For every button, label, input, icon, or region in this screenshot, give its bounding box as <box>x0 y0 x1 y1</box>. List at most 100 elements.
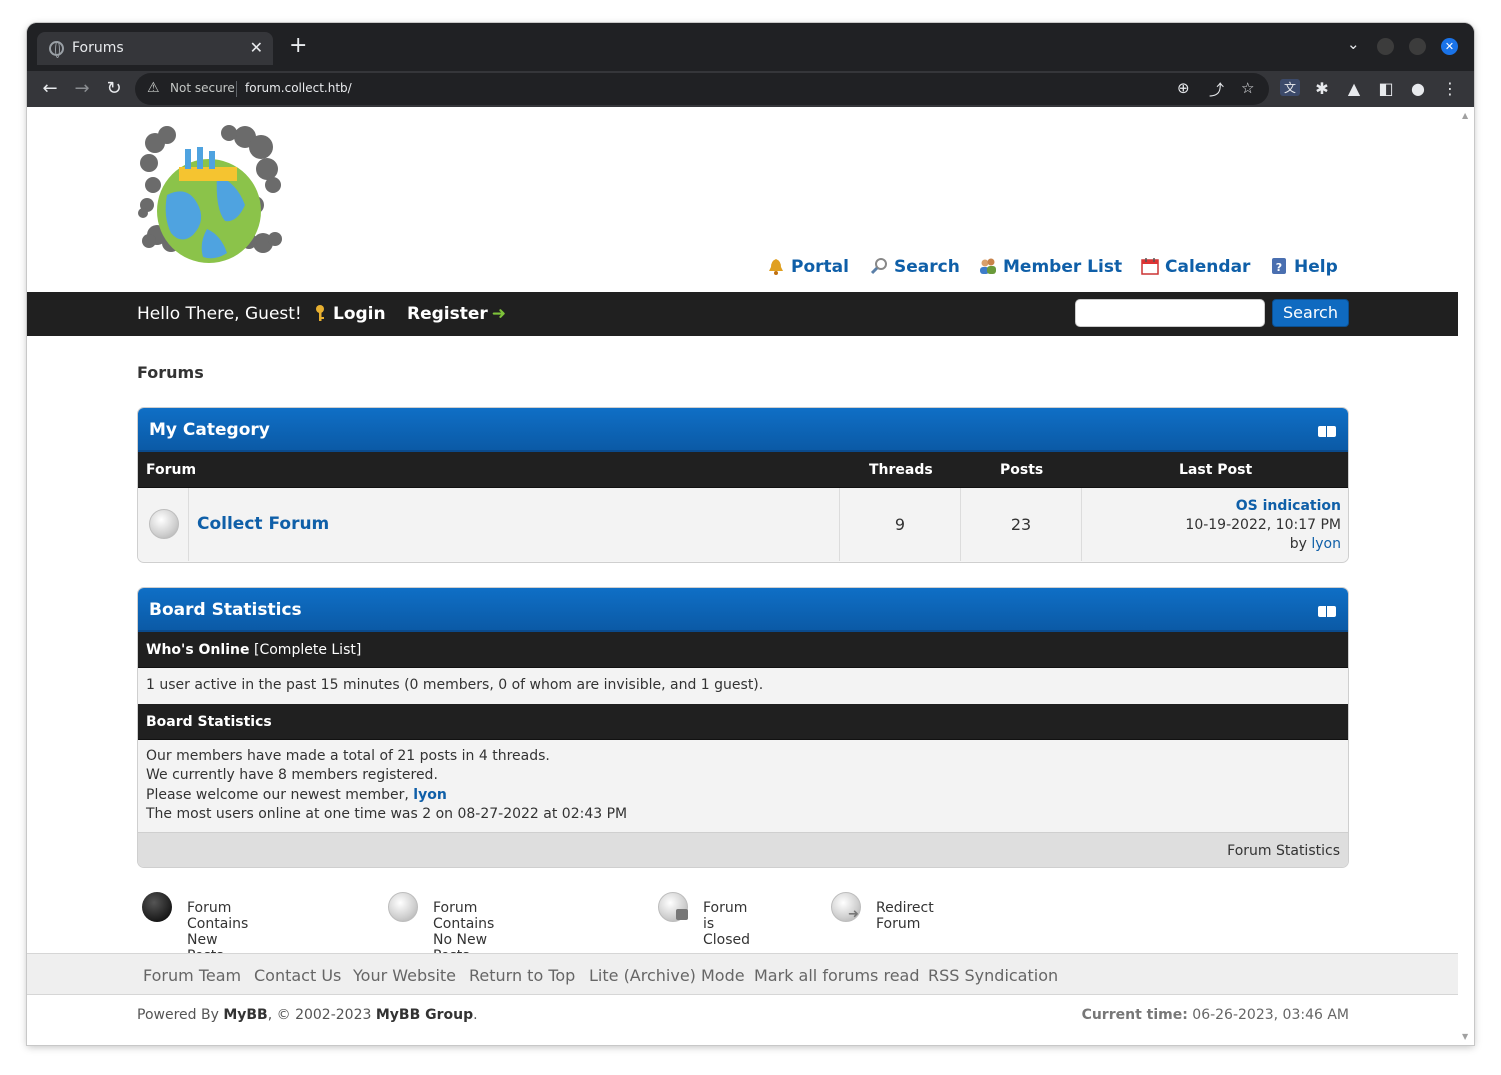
mybb-group-link[interactable]: MyBB Group <box>376 1007 473 1023</box>
category-table: My Category Forum Threads Posts Last Pos… <box>137 407 1349 563</box>
menu-help[interactable]: ? Help <box>1270 257 1338 277</box>
back-icon[interactable]: ← <box>38 77 62 101</box>
maximize-button[interactable] <box>1409 38 1426 55</box>
new-tab-icon[interactable]: + <box>289 35 307 57</box>
browser-tab[interactable]: Forums ✕ <box>37 32 273 65</box>
lab-flask-icon[interactable]: ▲ <box>1344 79 1364 98</box>
menu-calendar-label: Calendar <box>1165 257 1251 277</box>
forum-link[interactable]: Collect Forum <box>197 514 329 534</box>
close-window-button[interactable]: ✕ <box>1441 38 1458 55</box>
zoom-icon[interactable]: ⊕ <box>1177 79 1190 97</box>
kebab-menu-icon[interactable]: ⋮ <box>1440 79 1460 98</box>
page-scrollbar[interactable]: ▲ ▼ <box>1458 107 1474 1045</box>
scroll-down-icon[interactable]: ▼ <box>1462 1032 1468 1041</box>
key-icon <box>316 305 324 321</box>
divider <box>236 81 237 97</box>
category-header: My Category <box>138 408 1348 452</box>
col-last-post: Last Post <box>1179 462 1253 478</box>
footer-link-rss[interactable]: RSS Syndication <box>928 966 1058 985</box>
share-icon[interactable]: ⤴ <box>1209 79 1224 100</box>
copyright: Powered By MyBB, © 2002-2023 MyBB Group. <box>137 1007 478 1023</box>
login-label: Login <box>333 304 386 324</box>
current-time-value: 06-26-2023, 03:46 AM <box>1192 1007 1349 1023</box>
forum-statistics-link[interactable]: Forum Statistics <box>1227 843 1340 859</box>
category-title[interactable]: My Category <box>149 420 270 440</box>
menu-member-list-label: Member List <box>1003 257 1123 277</box>
side-panel-icon[interactable]: ◧ <box>1376 79 1396 98</box>
profile-icon[interactable]: ● <box>1408 79 1428 98</box>
site-logo[interactable] <box>137 125 282 267</box>
extensions-puzzle-icon[interactable]: ✱ <box>1312 79 1332 98</box>
forum-name-cell: Collect Forum <box>188 488 839 561</box>
security-label[interactable]: Not secure <box>170 81 235 95</box>
stats-footer: Forum Statistics <box>138 831 1348 867</box>
forum-row: Collect Forum 9 23 OS indication 10-19-2… <box>138 488 1348 561</box>
extension-translate-icon[interactable]: 文 <box>1280 79 1300 96</box>
minimize-button[interactable] <box>1377 38 1394 55</box>
scroll-up-icon[interactable]: ▲ <box>1462 111 1468 120</box>
footer-link-mark-read[interactable]: Mark all forums read <box>754 966 920 985</box>
no-new-posts-icon <box>149 509 179 539</box>
menu-member-list[interactable]: Member List <box>979 257 1122 277</box>
newest-member-prefix: Please welcome our newest member, <box>146 786 409 803</box>
last-post-by-label: by <box>1289 536 1307 552</box>
board-stats-section-header: Board Statistics <box>138 703 1348 740</box>
legend-forum-closed: Forum is Closed <box>703 900 751 948</box>
col-posts: Posts <box>1000 462 1044 478</box>
login-link[interactable]: Login <box>313 304 386 324</box>
last-post-title-link[interactable]: OS indication <box>1185 497 1341 516</box>
warning-icon[interactable]: ⚠ <box>147 80 160 96</box>
collapse-icon[interactable] <box>1318 426 1336 437</box>
footer-link-return-to-top[interactable]: Return to Top <box>469 966 575 985</box>
url-text[interactable]: forum.collect.htb/ <box>245 81 352 95</box>
menu-calendar[interactable]: Calendar <box>1141 257 1250 277</box>
redirect-forum-icon: ➜ <box>831 892 861 922</box>
current-time-label: Current time: <box>1081 1007 1188 1023</box>
search-button[interactable]: Search <box>1272 299 1349 327</box>
svg-text:?: ? <box>1276 261 1282 274</box>
register-link[interactable]: Register ➜ <box>407 304 506 324</box>
stats-body: Our members have made a total of 21 post… <box>138 739 1348 832</box>
stats-line-members: We currently have 8 members registered. <box>146 767 438 783</box>
footer-link-lite-mode[interactable]: Lite (Archive) Mode <box>589 966 745 985</box>
mybb-link[interactable]: MyBB <box>223 1007 267 1023</box>
whos-online-label[interactable]: Who's Online <box>146 642 249 658</box>
search-input[interactable] <box>1075 299 1265 327</box>
page-viewport: Portal Search Member List Calendar ? Help… <box>27 107 1458 1045</box>
col-forum: Forum <box>146 462 197 478</box>
reload-icon[interactable]: ↻ <box>102 77 126 101</box>
register-label: Register <box>407 304 488 324</box>
board-statistics-table: Board Statistics Who's Online [Complete … <box>137 587 1349 868</box>
magnifier-icon <box>870 258 887 275</box>
legend-redirect-forum: Redirect Forum <box>876 900 934 932</box>
posts-count: 23 <box>1010 515 1032 534</box>
tab-search-chevron-icon[interactable]: ⌄ <box>1347 35 1360 53</box>
board-stats-label: Board Statistics <box>146 713 272 730</box>
footer-link-your-website[interactable]: Your Website <box>353 966 456 985</box>
menu-search[interactable]: Search <box>870 257 960 277</box>
arrow-right-icon: ➜ <box>491 304 507 324</box>
user-panel: Hello There, Guest! Login Register ➜ Sear… <box>27 292 1458 336</box>
posts-cell: 23 <box>960 488 1081 561</box>
no-new-posts-icon <box>388 892 418 922</box>
current-time: Current time: 06-26-2023, 03:46 AM <box>1082 1007 1349 1023</box>
last-post-info: OS indication 10-19-2022, 10:17 PM by ly… <box>1185 497 1341 554</box>
stats-line-record: The most users online at one time was 2 … <box>146 806 628 822</box>
collapse-icon[interactable] <box>1318 606 1336 617</box>
footer-link-contact-us[interactable]: Contact Us <box>254 966 341 985</box>
greeting-text: Hello There, Guest! <box>137 304 302 324</box>
menu-portal[interactable]: Portal <box>767 257 849 277</box>
forward-icon[interactable]: → <box>70 77 94 101</box>
stats-line-posts: Our members have made a total of 21 post… <box>146 747 550 764</box>
menu-help-label: Help <box>1294 257 1338 277</box>
last-post-user-link[interactable]: lyon <box>1311 536 1341 552</box>
newest-member-link[interactable]: lyon <box>413 787 447 803</box>
new-posts-icon <box>142 892 172 922</box>
close-tab-icon[interactable]: ✕ <box>250 38 263 57</box>
bookmark-star-icon[interactable]: ☆ <box>1241 79 1254 97</box>
address-bar[interactable]: ⚠ Not secure forum.collect.htb/ ⊕ ⤴ ☆ <box>135 73 1269 105</box>
footer-link-forum-team[interactable]: Forum Team <box>143 966 241 985</box>
breadcrumb[interactable]: Forums <box>137 363 204 382</box>
column-headers: Forum Threads Posts Last Post <box>138 452 1348 488</box>
complete-list-link[interactable]: [Complete List] <box>254 642 361 658</box>
